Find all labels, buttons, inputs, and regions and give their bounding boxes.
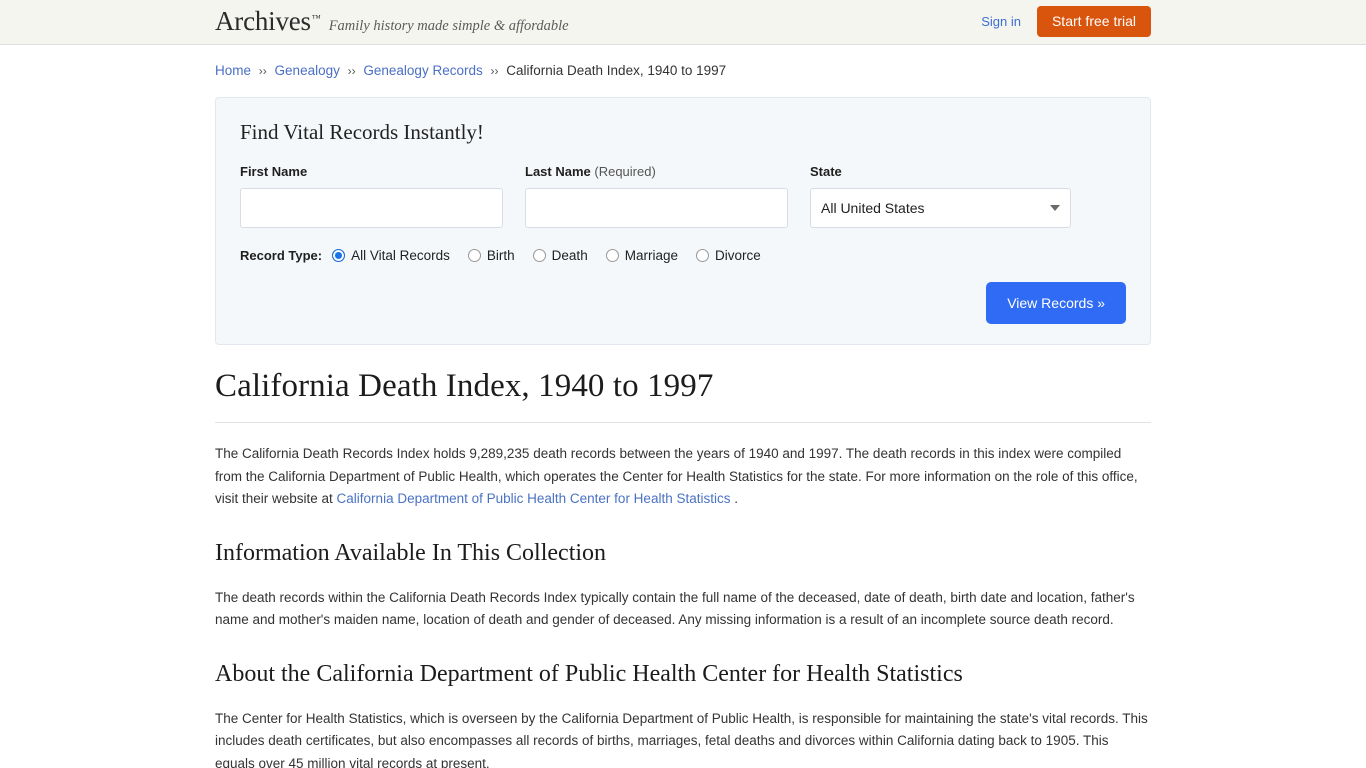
page-container: Home ›› Genealogy ›› Genealogy Records ›…: [215, 45, 1151, 768]
last-name-label: Last Name (Required): [525, 164, 788, 179]
search-panel-title: Find Vital Records Instantly!: [240, 120, 484, 144]
section-heading-information-available: Information Available In This Collection: [215, 539, 607, 566]
breadcrumb: Home ›› Genealogy ›› Genealogy Records ›…: [215, 62, 1151, 80]
header-actions: Sign in Start free trial: [981, 6, 1151, 37]
state-select-wrapper: All United States: [810, 188, 1071, 228]
intro-text-part2: .: [730, 491, 738, 506]
section-heading-about-chs: About the California Department of Publi…: [215, 660, 963, 687]
state-field-group: State All United States: [810, 164, 1071, 228]
first-name-label: First Name: [240, 164, 308, 179]
submit-row: View Records »: [240, 282, 1126, 324]
sign-in-link[interactable]: Sign in: [981, 14, 1021, 29]
state-label: State: [810, 164, 842, 179]
view-records-button[interactable]: View Records »: [986, 282, 1126, 324]
record-type-row: Record Type: All Vital Records Birth Dea…: [240, 248, 1126, 263]
intro-paragraph: The California Death Records Index holds…: [215, 443, 1151, 511]
breadcrumb-separator: ››: [490, 64, 499, 78]
radio-icon-selected[interactable]: [332, 249, 346, 262]
state-select-value: All United States: [821, 200, 925, 216]
site-logo[interactable]: Archives ™ Family history made simple & …: [215, 6, 569, 37]
trademark-icon: ™: [311, 13, 321, 23]
last-name-required-note: (Required): [594, 164, 656, 179]
radio-icon[interactable]: [467, 249, 481, 262]
last-name-label-text: Last Name: [525, 164, 591, 179]
breadcrumb-item-genealogy[interactable]: Genealogy: [275, 63, 340, 78]
last-name-input[interactable]: [525, 188, 788, 228]
radio-icon[interactable]: [532, 249, 546, 262]
start-free-trial-button[interactable]: Start free trial: [1036, 6, 1151, 37]
first-name-input[interactable]: [240, 188, 503, 228]
breadcrumb-item-genealogy-records[interactable]: Genealogy Records: [363, 63, 482, 78]
first-name-field-group: First Name: [240, 164, 503, 228]
radio-option-death[interactable]: Death: [532, 248, 588, 263]
chs-website-link[interactable]: California Department of Public Health C…: [337, 491, 731, 506]
brand-name: Archives: [215, 6, 311, 36]
last-name-field-group: Last Name (Required): [525, 164, 788, 228]
radio-option-birth[interactable]: Birth: [467, 248, 515, 263]
breadcrumb-separator: ››: [347, 64, 356, 78]
section-paragraph-information-available: The death records within the California …: [215, 589, 1135, 628]
page-title: California Death Index, 1940 to 1997: [215, 368, 1151, 423]
radio-icon[interactable]: [605, 249, 619, 262]
radio-label-death: Death: [551, 248, 588, 263]
brand-tagline: Family history made simple & affordable: [328, 18, 569, 34]
state-select[interactable]: All United States: [810, 188, 1071, 228]
radio-label-divorce: Divorce: [714, 248, 761, 263]
radio-option-all-vital-records[interactable]: All Vital Records: [332, 248, 450, 263]
breadcrumb-separator: ››: [258, 64, 267, 78]
vital-records-search-panel: Find Vital Records Instantly! First Name…: [215, 97, 1151, 345]
radio-option-marriage[interactable]: Marriage: [605, 248, 678, 263]
breadcrumb-item-current: California Death Index, 1940 to 1997: [506, 63, 727, 78]
header-inner: Archives ™ Family history made simple & …: [215, 0, 1151, 44]
section-paragraph-about-chs: The Center for Health Statistics, which …: [215, 710, 1148, 768]
record-type-label: Record Type:: [240, 248, 323, 263]
radio-icon[interactable]: [695, 249, 709, 262]
radio-label-marriage: Marriage: [624, 248, 678, 263]
search-fields-row: First Name Last Name (Required) State Al…: [240, 164, 1126, 228]
site-header: Archives ™ Family history made simple & …: [0, 0, 1366, 45]
radio-label-all-vital-records: All Vital Records: [351, 248, 450, 263]
breadcrumb-item-home[interactable]: Home: [215, 63, 251, 78]
radio-label-birth: Birth: [486, 248, 515, 263]
radio-option-divorce[interactable]: Divorce: [695, 248, 761, 263]
